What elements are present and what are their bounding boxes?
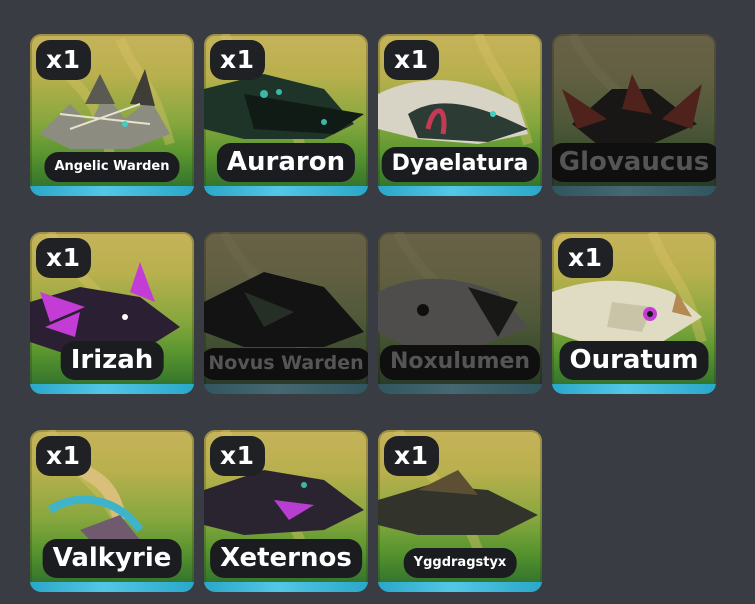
creature-card-ouratum[interactable]: x1 Ouratum [552,232,716,394]
card-name: Glovaucus [552,143,716,182]
creature-card-yggdragstyx[interactable]: x1 Yggdragstyx [378,430,542,592]
card-name: Ouratum [559,341,709,380]
card-name: Novus Warden [204,348,368,380]
card-quantity: x1 [36,238,91,278]
card-name: Yggdragstyx [403,548,517,578]
card-quantity: x1 [384,436,439,476]
card-quantity: x1 [36,436,91,476]
card-quantity: x1 [36,40,91,80]
creature-card-angelic-warden[interactable]: x1 Angelic Warden [30,34,194,196]
creature-card-auraron[interactable]: x1 Auraron [204,34,368,196]
card-name: Auraron [216,143,356,182]
creature-card-xeternos[interactable]: x1 Xeternos [204,430,368,592]
card-quantity: x1 [210,40,265,80]
card-name: Noxulumen [379,345,541,380]
creature-card-dyaelatura[interactable]: x1 Dyaelatura [378,34,542,196]
creature-card-noxulumen[interactable]: Noxulumen [378,232,542,394]
card-name: Dyaelatura [381,147,539,182]
creature-card-irizah[interactable]: x1 Irizah [30,232,194,394]
card-name: Irizah [60,341,164,380]
card-name: Angelic Warden [44,152,180,182]
card-quantity: x1 [210,436,265,476]
card-quantity: x1 [558,238,613,278]
card-name: Valkyrie [42,539,182,578]
creature-grid: x1 Angelic Warden x1 Auraron x1 Dyaelatu… [30,34,716,592]
card-quantity: x1 [384,40,439,80]
creature-card-valkyrie[interactable]: x1 Valkyrie [30,430,194,592]
creature-card-glovaucus[interactable]: Glovaucus [552,34,716,196]
card-name: Xeternos [210,539,362,578]
creature-card-novus-warden[interactable]: Novus Warden [204,232,368,394]
